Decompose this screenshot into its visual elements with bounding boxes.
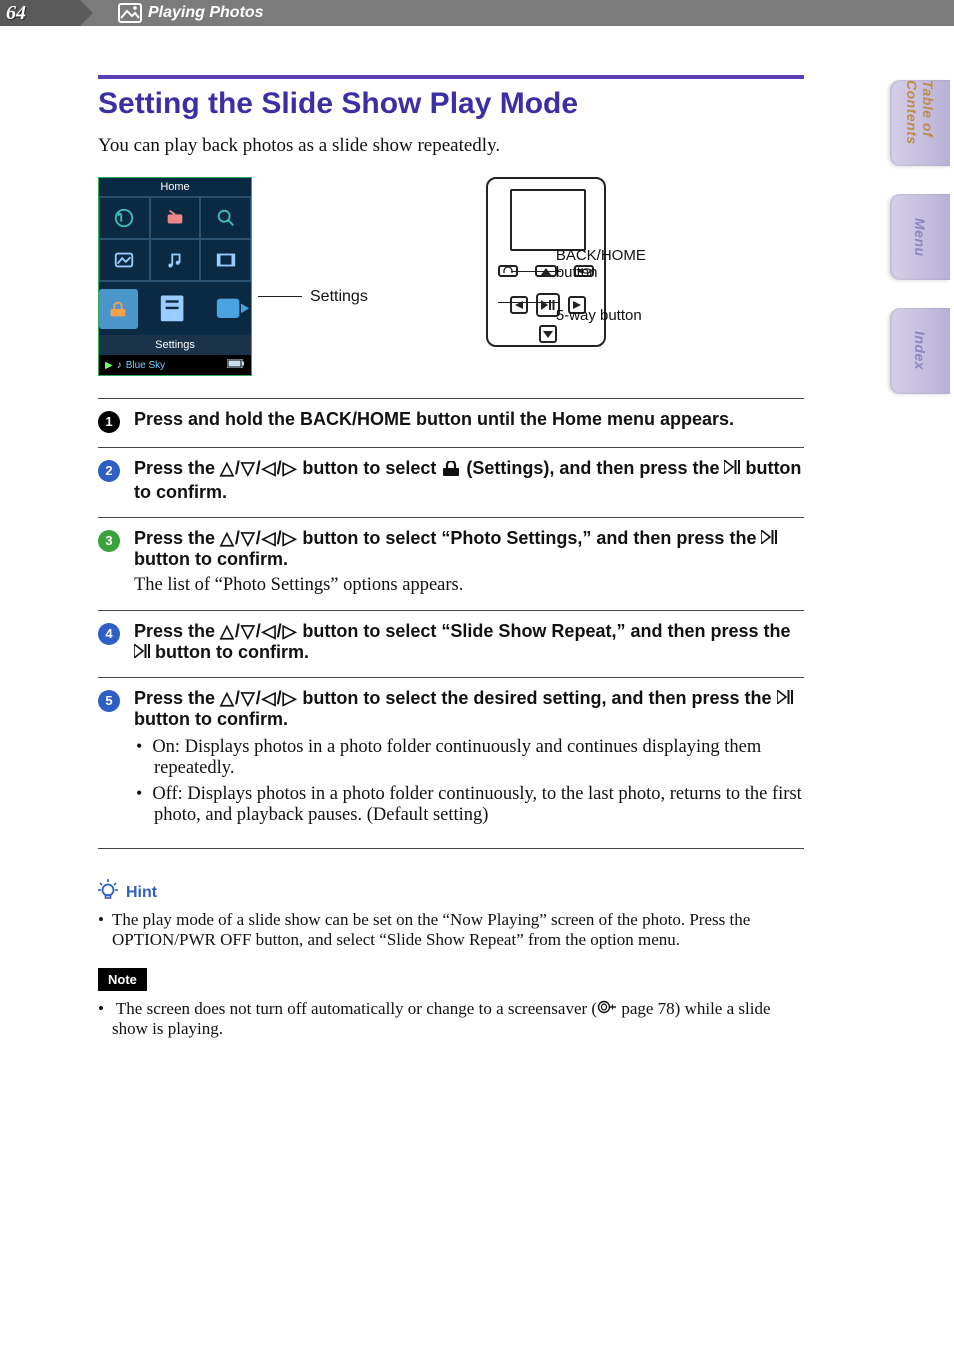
option-on: On: Displays photos in a photo folder co… xyxy=(136,736,804,779)
down-button-icon xyxy=(539,325,557,343)
page-number-chip: 64 xyxy=(0,0,80,26)
figure-settings-label: Settings xyxy=(310,288,368,306)
home-icon-intelligent-shuffle xyxy=(99,197,150,239)
step-bullet-2: 2 xyxy=(98,460,120,482)
step-bullet-3: 3 xyxy=(98,530,120,552)
hint-bulb-icon xyxy=(98,879,118,906)
screen-header: Home xyxy=(99,178,251,197)
photo-section-icon xyxy=(118,3,142,23)
title-rule xyxy=(98,75,804,79)
step-bullet-1: 1 xyxy=(98,411,120,433)
step-5-options: On: Displays photos in a photo folder co… xyxy=(134,736,804,826)
figure-row: Home xyxy=(98,177,804,376)
step-2: 2 Press the △/▽/◁/▷ button to select (Se… xyxy=(98,447,804,517)
tab-table-of-contents[interactable]: Table of Contents xyxy=(890,80,950,166)
callout-back-home: BACK/HOME button xyxy=(556,247,676,281)
battery-icon xyxy=(227,359,245,371)
device-home-screen: Home xyxy=(98,177,252,376)
play-pause-icon xyxy=(134,644,150,658)
step-3: 3 Press the △/▽/◁/▷ button to select “Ph… xyxy=(98,517,804,610)
step-4: 4 Press the △/▽/◁/▷ button to select “Sl… xyxy=(98,610,804,677)
play-pause-icon xyxy=(724,460,740,474)
step-bullet-5: 5 xyxy=(98,690,120,712)
leader-line xyxy=(511,271,561,272)
leader-line xyxy=(258,296,302,297)
tab-toc-label: Table of Contents xyxy=(904,80,936,166)
step-5: 5 Press the △/▽/◁/▷ button to select the… xyxy=(98,677,804,849)
note-label: Note xyxy=(98,968,147,991)
leader-line xyxy=(498,302,560,303)
hint-label: Hint xyxy=(126,884,157,902)
steps-list: 1 Press and hold the BACK/HOME button un… xyxy=(98,398,804,849)
callout-5way: 5-way button xyxy=(556,307,686,324)
section-title: Playing Photos xyxy=(148,4,264,22)
left-button-icon xyxy=(510,296,528,314)
settings-toolbox-icon xyxy=(441,461,461,482)
page-title: Setting the Slide Show Play Mode xyxy=(98,87,804,121)
device-screen-outline xyxy=(510,189,586,251)
home-icon-now-playing xyxy=(212,289,251,329)
screen-now-playing-bar: ▶ ♪ Blue Sky xyxy=(99,355,251,375)
device-illustration: BACK/HOME button 5-way button xyxy=(396,177,696,347)
home-icon-music-library xyxy=(150,239,201,281)
step-1-text: Press and hold the BACK/HOME button unti… xyxy=(134,409,804,430)
intro-text: You can play back photos as a slide show… xyxy=(98,135,804,157)
home-icon-photo-library xyxy=(99,239,150,281)
step-2-text: Press the △/▽/◁/▷ button to select (Sett… xyxy=(134,458,804,503)
note-text: The screen does not turn off automatical… xyxy=(98,999,804,1039)
tab-menu[interactable]: Menu xyxy=(890,194,950,280)
page-number: 64 xyxy=(6,2,26,25)
page-header: 64 Playing Photos xyxy=(0,0,954,26)
page-content: Setting the Slide Show Play Mode You can… xyxy=(98,75,804,1039)
play-indicator-icon: ▶ xyxy=(105,360,113,371)
play-pause-icon xyxy=(777,690,793,704)
note-block: Note The screen does not turn off automa… xyxy=(98,968,804,1039)
home-icon-initial-search xyxy=(200,197,251,239)
step-3-detail: The list of “Photo Settings” options app… xyxy=(134,575,804,596)
step-bullet-4: 4 xyxy=(98,623,120,645)
screen-selected-label: Settings xyxy=(99,335,251,355)
option-off: Off: Displays photos in a photo folder c… xyxy=(136,783,804,826)
note-icon: ♪ xyxy=(117,360,122,371)
tab-index[interactable]: Index xyxy=(890,308,950,394)
home-icon-fm-radio xyxy=(150,197,201,239)
tab-menu-label: Menu xyxy=(912,218,928,257)
tab-index-label: Index xyxy=(912,331,928,370)
step-4-text: Press the △/▽/◁/▷ button to select “Slid… xyxy=(134,621,804,663)
step-1: 1 Press and hold the BACK/HOME button un… xyxy=(98,398,804,447)
now-playing-track: Blue Sky xyxy=(126,360,165,371)
home-icon-playlists xyxy=(156,289,195,329)
page-reference-icon xyxy=(597,1000,617,1014)
play-pause-icon xyxy=(761,530,777,544)
step-5-text: Press the △/▽/◁/▷ button to select the d… xyxy=(134,688,804,730)
home-icon-settings-selected xyxy=(99,289,138,329)
step-3-text: Press the △/▽/◁/▷ button to select “Phot… xyxy=(134,528,804,570)
hint-text: The play mode of a slide show can be set… xyxy=(98,910,804,950)
side-tabs: Table of Contents Menu Index xyxy=(890,80,954,394)
hint-block: Hint The play mode of a slide show can b… xyxy=(98,879,804,950)
home-icon-video-library xyxy=(200,239,251,281)
